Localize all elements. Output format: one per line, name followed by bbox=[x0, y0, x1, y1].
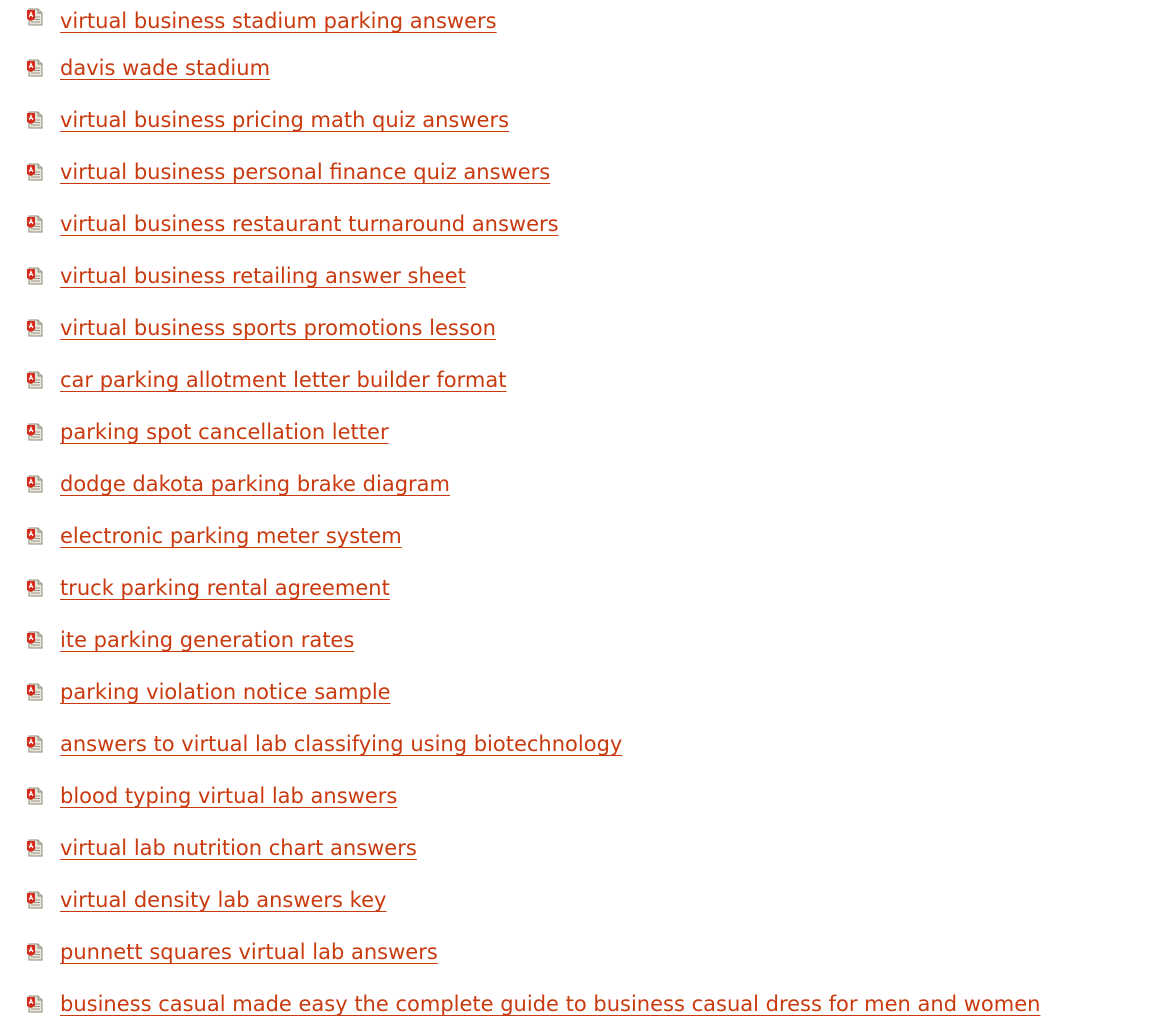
pdf-file-icon bbox=[26, 527, 44, 545]
document-link[interactable]: virtual business pricing math quiz answe… bbox=[60, 107, 509, 133]
pdf-file-icon bbox=[26, 891, 44, 909]
pdf-file-icon bbox=[26, 8, 44, 26]
list-item: electronic parking meter system bbox=[26, 510, 1156, 562]
list-item: parking violation notice sample bbox=[26, 666, 1156, 718]
document-link[interactable]: davis wade stadium bbox=[60, 55, 270, 81]
document-link[interactable]: business casual made easy the complete g… bbox=[60, 991, 1040, 1017]
document-link[interactable]: virtual lab nutrition chart answers bbox=[60, 835, 417, 861]
pdf-file-icon bbox=[26, 59, 44, 77]
document-link[interactable]: virtual business stadium parking answers bbox=[60, 8, 497, 34]
pdf-file-icon bbox=[26, 215, 44, 233]
document-link[interactable]: answers to virtual lab classifying using… bbox=[60, 731, 622, 757]
list-item: dodge dakota parking brake diagram bbox=[26, 458, 1156, 510]
list-item: davis wade stadium bbox=[26, 42, 1156, 94]
pdf-link-list: virtual business stadium parking answers… bbox=[26, 0, 1156, 1030]
list-item: virtual business restaurant turnaround a… bbox=[26, 198, 1156, 250]
list-item: blood typing virtual lab answers bbox=[26, 770, 1156, 822]
pdf-file-icon bbox=[26, 787, 44, 805]
document-link[interactable]: ite parking generation rates bbox=[60, 627, 354, 653]
list-item: virtual business sports promotions lesso… bbox=[26, 302, 1156, 354]
list-item: virtual business retailing answer sheet bbox=[26, 250, 1156, 302]
pdf-file-icon bbox=[26, 475, 44, 493]
list-item: punnett squares virtual lab answers bbox=[26, 926, 1156, 978]
list-item: business casual made easy the complete g… bbox=[26, 978, 1156, 1030]
document-link[interactable]: parking spot cancellation letter bbox=[60, 419, 389, 445]
list-item: car parking allotment letter builder for… bbox=[26, 354, 1156, 406]
pdf-file-icon bbox=[26, 423, 44, 441]
pdf-file-icon bbox=[26, 683, 44, 701]
list-item: truck parking rental agreement bbox=[26, 562, 1156, 614]
document-link[interactable]: virtual business restaurant turnaround a… bbox=[60, 211, 559, 237]
list-item: virtual business personal finance quiz a… bbox=[26, 146, 1156, 198]
document-link[interactable]: virtual density lab answers key bbox=[60, 887, 386, 913]
pdf-file-icon bbox=[26, 839, 44, 857]
pdf-file-icon bbox=[26, 943, 44, 961]
list-item: virtual business stadium parking answers bbox=[26, 0, 1156, 42]
document-link[interactable]: parking violation notice sample bbox=[60, 679, 391, 705]
document-link[interactable]: punnett squares virtual lab answers bbox=[60, 939, 438, 965]
document-link[interactable]: blood typing virtual lab answers bbox=[60, 783, 397, 809]
document-link[interactable]: car parking allotment letter builder for… bbox=[60, 367, 506, 393]
document-link[interactable]: virtual business personal finance quiz a… bbox=[60, 159, 550, 185]
document-link[interactable]: dodge dakota parking brake diagram bbox=[60, 471, 450, 497]
document-link[interactable]: virtual business retailing answer sheet bbox=[60, 263, 466, 289]
document-link[interactable]: electronic parking meter system bbox=[60, 523, 402, 549]
document-link[interactable]: truck parking rental agreement bbox=[60, 575, 390, 601]
pdf-file-icon bbox=[26, 319, 44, 337]
pdf-file-icon bbox=[26, 163, 44, 181]
pdf-file-icon bbox=[26, 735, 44, 753]
pdf-file-icon bbox=[26, 631, 44, 649]
list-item: virtual lab nutrition chart answers bbox=[26, 822, 1156, 874]
list-item: parking spot cancellation letter bbox=[26, 406, 1156, 458]
document-link[interactable]: virtual business sports promotions lesso… bbox=[60, 315, 496, 341]
pdf-file-icon bbox=[26, 267, 44, 285]
pdf-file-icon bbox=[26, 579, 44, 597]
list-item: ite parking generation rates bbox=[26, 614, 1156, 666]
pdf-file-icon bbox=[26, 371, 44, 389]
list-item: virtual business pricing math quiz answe… bbox=[26, 94, 1156, 146]
list-item: virtual density lab answers key bbox=[26, 874, 1156, 926]
pdf-file-icon bbox=[26, 111, 44, 129]
pdf-file-icon bbox=[26, 995, 44, 1013]
list-item: answers to virtual lab classifying using… bbox=[26, 718, 1156, 770]
